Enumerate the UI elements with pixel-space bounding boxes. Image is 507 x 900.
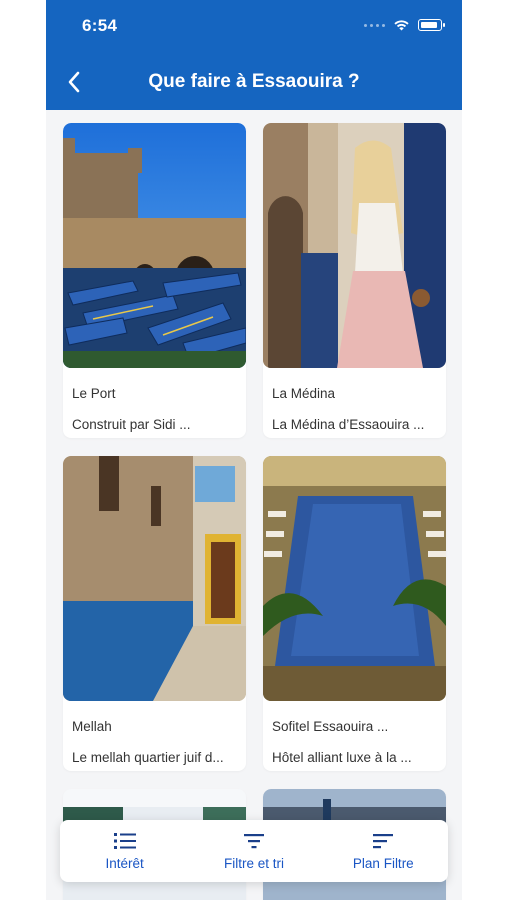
activity-card-medina[interactable]: La Médina La Médina d’Essaouira ... — [263, 123, 446, 438]
status-icons — [364, 19, 445, 31]
phone-screen: 6:54 Que faire à Essaouira ? Le Port Con… — [46, 0, 462, 900]
navigation-bar: Que faire à Essaouira ? — [46, 54, 462, 110]
card-description: Hôtel alliant luxe à la ... — [272, 750, 412, 765]
filter-sort-button[interactable]: Filtre et tri — [189, 820, 318, 882]
card-description: Le mellah quartier juif d... — [72, 750, 224, 765]
card-image-medina — [263, 123, 446, 368]
interest-label: Intérêt — [105, 856, 144, 871]
list-icon — [113, 833, 136, 849]
map-filter-button[interactable]: Plan Filtre — [319, 820, 448, 882]
card-image-sofitel — [263, 456, 446, 701]
filter-icon — [243, 834, 264, 849]
card-title: Mellah — [72, 719, 112, 734]
activity-card-port[interactable]: Le Port Construit par Sidi ... — [63, 123, 246, 438]
filter-sort-label: Filtre et tri — [223, 856, 284, 871]
card-title: Sofitel Essaouira ... — [272, 719, 389, 734]
status-time: 6:54 — [82, 16, 118, 35]
bottom-action-bar: Intérêt Filtre et tri Plan Filtre — [60, 820, 448, 882]
card-title: La Médina — [272, 386, 336, 401]
status-bar: 6:54 — [46, 0, 462, 54]
activity-card-sofitel[interactable]: Sofitel Essaouira ... Hôtel alliant luxe… — [263, 456, 446, 771]
signal-icon — [364, 23, 385, 27]
map-filter-label: Plan Filtre — [352, 856, 414, 871]
card-description: Construit par Sidi ... — [72, 417, 191, 432]
card-image-port — [63, 123, 246, 368]
page-title: Que faire à Essaouira ? — [148, 71, 360, 92]
activity-card-mellah[interactable]: Mellah Le mellah quartier juif d... — [63, 456, 246, 771]
card-title: Le Port — [72, 386, 116, 401]
card-image-mellah — [63, 456, 246, 701]
wifi-icon — [394, 20, 409, 31]
battery-icon — [418, 19, 445, 31]
sort-lines-icon — [373, 834, 394, 849]
card-description: La Médina d’Essaouira ... — [272, 417, 425, 432]
interest-button[interactable]: Intérêt — [60, 820, 189, 882]
